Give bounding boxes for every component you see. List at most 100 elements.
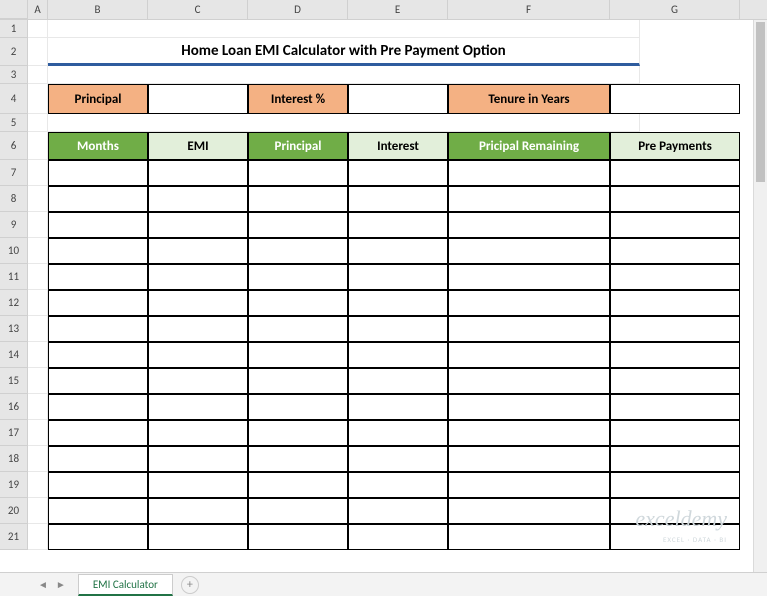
col-header-a[interactable]: A xyxy=(28,0,48,19)
data-cell[interactable] xyxy=(448,238,610,264)
data-cell[interactable] xyxy=(48,524,148,550)
tenure-label[interactable]: Tenure in Years xyxy=(448,84,610,114)
data-cell[interactable] xyxy=(348,238,448,264)
data-cell[interactable] xyxy=(48,238,148,264)
row-header-9[interactable]: 9 xyxy=(0,212,28,238)
data-cell[interactable] xyxy=(248,186,348,212)
data-cell[interactable] xyxy=(348,160,448,186)
vertical-scrollbar[interactable] xyxy=(753,20,767,572)
data-cell[interactable] xyxy=(48,498,148,524)
row-header-19[interactable]: 19 xyxy=(0,472,28,498)
data-cell[interactable] xyxy=(248,394,348,420)
data-cell[interactable] xyxy=(148,186,248,212)
row-header-8[interactable]: 8 xyxy=(0,186,28,212)
col-header-b[interactable]: B xyxy=(48,0,148,19)
data-cell[interactable] xyxy=(148,472,248,498)
data-cell[interactable] xyxy=(448,342,610,368)
data-cell[interactable] xyxy=(448,316,610,342)
data-cell[interactable] xyxy=(248,498,348,524)
nav-prev-icon[interactable]: ◄ xyxy=(38,578,48,591)
row-header-16[interactable]: 16 xyxy=(0,394,28,420)
data-cell[interactable] xyxy=(148,238,248,264)
row-header-7[interactable]: 7 xyxy=(0,160,28,186)
row-header-6[interactable]: 6 xyxy=(0,132,28,160)
data-cell[interactable] xyxy=(448,394,610,420)
cell[interactable] xyxy=(28,20,48,38)
header-pre-payments[interactable]: Pre Payments xyxy=(610,132,740,160)
col-header-f[interactable]: F xyxy=(448,0,610,19)
cell[interactable] xyxy=(28,342,48,368)
data-cell[interactable] xyxy=(610,472,740,498)
cell[interactable] xyxy=(48,20,640,38)
data-cell[interactable] xyxy=(148,160,248,186)
data-cell[interactable] xyxy=(348,290,448,316)
data-cell[interactable] xyxy=(248,316,348,342)
data-cell[interactable] xyxy=(148,264,248,290)
row-header-13[interactable]: 13 xyxy=(0,316,28,342)
data-cell[interactable] xyxy=(48,446,148,472)
data-cell[interactable] xyxy=(448,420,610,446)
data-cell[interactable] xyxy=(448,472,610,498)
header-principal[interactable]: Principal xyxy=(248,132,348,160)
data-cell[interactable] xyxy=(48,186,148,212)
data-cell[interactable] xyxy=(148,420,248,446)
data-cell[interactable] xyxy=(348,186,448,212)
page-title[interactable]: Home Loan EMI Calculator with Pre Paymen… xyxy=(48,38,640,66)
data-cell[interactable] xyxy=(248,160,348,186)
cell[interactable] xyxy=(48,114,640,132)
data-cell[interactable] xyxy=(610,238,740,264)
data-cell[interactable] xyxy=(148,212,248,238)
data-cell[interactable] xyxy=(448,160,610,186)
data-cell[interactable] xyxy=(148,498,248,524)
data-cell[interactable] xyxy=(448,290,610,316)
col-header-g[interactable]: G xyxy=(610,0,740,19)
data-cell[interactable] xyxy=(248,342,348,368)
data-cell[interactable] xyxy=(610,394,740,420)
header-months[interactable]: Months xyxy=(48,132,148,160)
data-cell[interactable] xyxy=(148,446,248,472)
data-cell[interactable] xyxy=(248,472,348,498)
data-cell[interactable] xyxy=(610,368,740,394)
data-cell[interactable] xyxy=(48,420,148,446)
cell[interactable] xyxy=(28,238,48,264)
data-cell[interactable] xyxy=(48,342,148,368)
data-cell[interactable] xyxy=(148,316,248,342)
header-emi[interactable]: EMI xyxy=(148,132,248,160)
data-cell[interactable] xyxy=(248,238,348,264)
select-all-corner[interactable] xyxy=(0,0,28,19)
cell[interactable] xyxy=(28,498,48,524)
data-cell[interactable] xyxy=(148,342,248,368)
cell[interactable] xyxy=(48,66,640,84)
cell[interactable] xyxy=(28,160,48,186)
data-cell[interactable] xyxy=(48,160,148,186)
data-cell[interactable] xyxy=(348,342,448,368)
row-header-21[interactable]: 21 xyxy=(0,524,28,550)
cell[interactable] xyxy=(28,114,48,132)
cell[interactable] xyxy=(28,524,48,550)
cell[interactable] xyxy=(28,212,48,238)
data-cell[interactable] xyxy=(248,212,348,238)
data-cell[interactable] xyxy=(610,498,740,524)
data-cell[interactable] xyxy=(348,368,448,394)
header-interest[interactable]: Interest xyxy=(348,132,448,160)
data-cell[interactable] xyxy=(48,368,148,394)
data-cell[interactable] xyxy=(348,472,448,498)
cell[interactable] xyxy=(28,394,48,420)
cell[interactable] xyxy=(28,132,48,160)
data-cell[interactable] xyxy=(610,316,740,342)
data-cell[interactable] xyxy=(610,342,740,368)
row-header-11[interactable]: 11 xyxy=(0,264,28,290)
data-cell[interactable] xyxy=(610,524,740,550)
row-header-5[interactable]: 5 xyxy=(0,114,28,132)
row-header-14[interactable]: 14 xyxy=(0,342,28,368)
cell[interactable] xyxy=(28,446,48,472)
cell[interactable] xyxy=(28,66,48,84)
principal-input[interactable] xyxy=(148,84,248,114)
data-cell[interactable] xyxy=(348,420,448,446)
cell[interactable] xyxy=(28,316,48,342)
data-cell[interactable] xyxy=(448,446,610,472)
vertical-scrollbar-thumb[interactable] xyxy=(756,22,765,182)
cell[interactable] xyxy=(28,420,48,446)
nav-next-icon[interactable]: ► xyxy=(56,578,66,591)
data-cell[interactable] xyxy=(148,524,248,550)
